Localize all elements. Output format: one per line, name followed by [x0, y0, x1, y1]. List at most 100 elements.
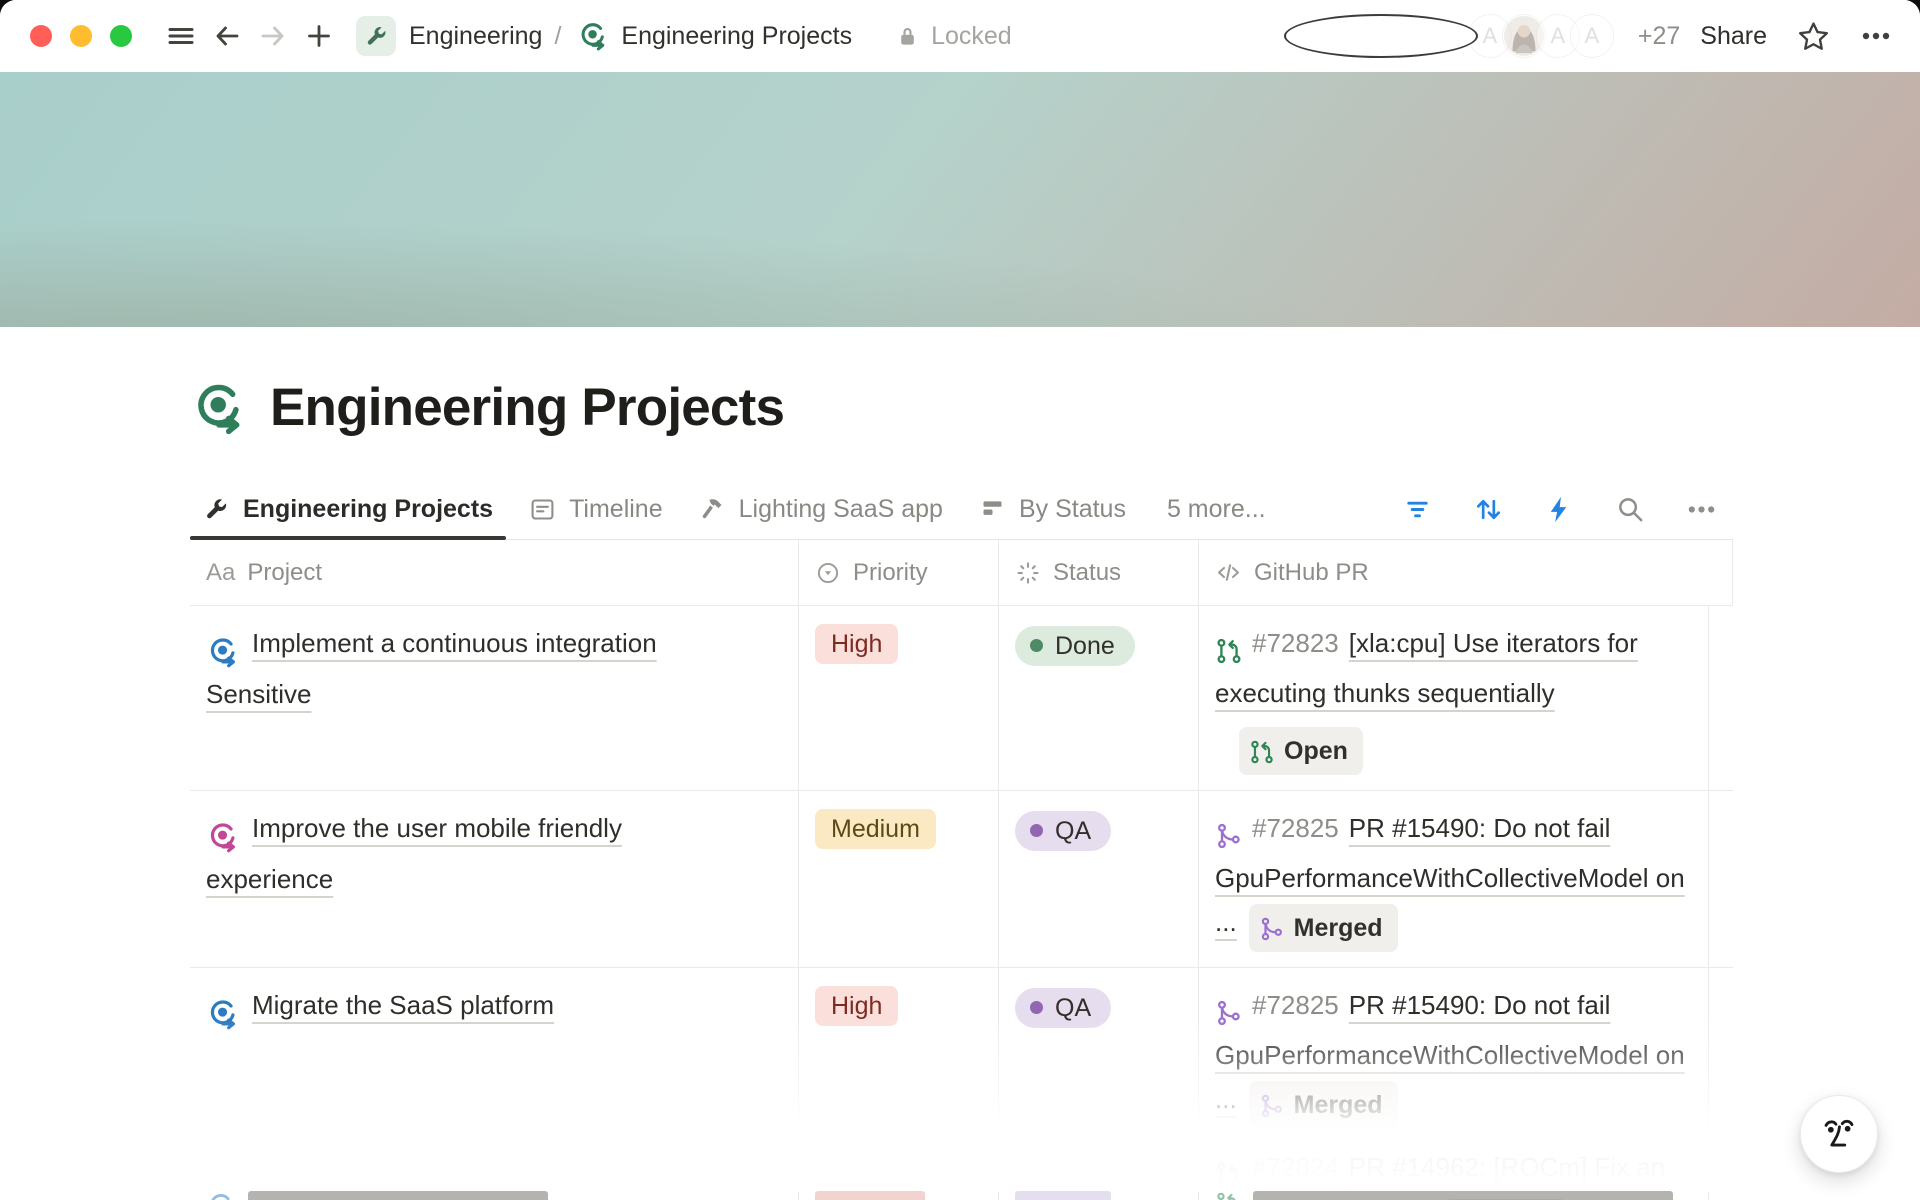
- git-merge-icon: [1259, 1083, 1285, 1127]
- project-title-link[interactable]: Migrate the SaaS platform: [252, 990, 554, 1020]
- share-button[interactable]: Share: [1700, 22, 1767, 51]
- tab-by-status[interactable]: By Status: [966, 480, 1139, 539]
- table-row: Implement a continuous integration Sensi…: [190, 606, 1733, 791]
- priority-tag[interactable]: High: [815, 986, 898, 1026]
- table-header-row: Aa Project Priority Status GitHub PR: [190, 540, 1733, 606]
- automations-lightning-icon[interactable]: [1544, 494, 1575, 525]
- next-row-preview: [190, 1191, 1733, 1200]
- column-header-status[interactable]: Status: [999, 540, 1199, 605]
- git-pull-request-icon: [1249, 729, 1275, 773]
- github-pr-cell[interactable]: #72825PR #15490: Do not fail GpuPerforma…: [1199, 791, 1709, 967]
- notion-ai-button[interactable]: [1800, 1095, 1878, 1173]
- status-cell-preview: [999, 1191, 1199, 1200]
- avatar[interactable]: A: [1570, 14, 1614, 58]
- filter-icon[interactable]: [1402, 494, 1433, 525]
- git-merge-icon: [1215, 819, 1243, 849]
- pill-preview: [1015, 1191, 1111, 1200]
- cycle-icon: [206, 820, 240, 850]
- priority-cell[interactable]: Medium: [799, 791, 999, 967]
- column-label: Priority: [853, 559, 928, 587]
- tab-timeline[interactable]: Timeline: [516, 480, 676, 539]
- text-type-icon: Aa: [206, 559, 235, 587]
- hammer-icon: [699, 496, 726, 523]
- pr-entry: #72823[xla:cpu] Use iterators for execut…: [1215, 621, 1692, 775]
- priority-cell-preview: [799, 1191, 999, 1200]
- project-cell[interactable]: Migrate the SaaS platform: [190, 968, 799, 1200]
- search-icon[interactable]: [1615, 494, 1646, 525]
- pr-number: #72824: [1252, 1152, 1339, 1182]
- text-preview: [248, 1191, 548, 1200]
- github-pr-cell[interactable]: #72825PR #15490: Do not fail GpuPerforma…: [1199, 968, 1709, 1200]
- zoom-window-button[interactable]: [110, 25, 132, 47]
- collaborator-avatars: A A A: [1284, 14, 1614, 58]
- window-controls: [30, 25, 132, 47]
- tab-label: By Status: [1019, 495, 1126, 524]
- more-options-icon[interactable]: [1860, 20, 1892, 52]
- column-header-priority[interactable]: Priority: [799, 540, 999, 605]
- tab-label: Engineering Projects: [243, 495, 493, 524]
- pr-state-badge[interactable]: Merged: [1249, 904, 1398, 952]
- avatar-letter: A: [1551, 23, 1566, 49]
- locked-indicator[interactable]: Locked: [894, 22, 1012, 51]
- forward-button[interactable]: [250, 13, 296, 59]
- page-title[interactable]: Engineering Projects: [270, 377, 784, 438]
- wrench-icon: [203, 496, 230, 523]
- close-window-button[interactable]: [30, 25, 52, 47]
- cycle-icon[interactable]: [190, 379, 248, 437]
- project-cell[interactable]: Implement a continuous integration Sensi…: [190, 606, 799, 790]
- tab-label: Timeline: [569, 495, 663, 524]
- status-pill[interactable]: Done: [1015, 626, 1135, 666]
- git-pull-request-icon: [1215, 634, 1243, 664]
- project-title-link[interactable]: Implement a continuous integration Sensi…: [206, 628, 657, 709]
- project-cell[interactable]: Improve the user mobile friendly experie…: [190, 791, 799, 967]
- priority-cell[interactable]: High: [799, 606, 999, 790]
- board-icon: [529, 496, 556, 523]
- status-label: Done: [1055, 629, 1115, 663]
- github-pr-cell[interactable]: #72823[xla:cpu] Use iterators for execut…: [1199, 606, 1709, 790]
- column-header-github-pr[interactable]: GitHub PR: [1199, 540, 1733, 605]
- pr-state-badge[interactable]: Merged: [1249, 1081, 1398, 1129]
- sidebar-toggle-button[interactable]: [158, 13, 204, 59]
- cycle-icon: [206, 1191, 236, 1200]
- avatar-letter: A: [1585, 23, 1600, 49]
- avatar[interactable]: [1284, 14, 1478, 58]
- tab-lighting-saas-app[interactable]: Lighting SaaS app: [686, 480, 956, 539]
- status-cell[interactable]: QA: [999, 791, 1199, 967]
- git-merge-icon: [1215, 996, 1243, 1026]
- back-button[interactable]: [204, 13, 250, 59]
- bar-chart-icon: [979, 496, 1006, 523]
- status-cell[interactable]: QA: [999, 968, 1199, 1200]
- git-merge-icon: [1259, 906, 1285, 950]
- project-title-link[interactable]: Improve the user mobile friendly experie…: [206, 813, 622, 894]
- minimize-window-button[interactable]: [70, 25, 92, 47]
- status-dot: [1030, 824, 1043, 837]
- view-more-options-icon[interactable]: [1686, 494, 1717, 525]
- wrench-icon[interactable]: [356, 16, 396, 56]
- column-header-project[interactable]: Aa Project: [190, 540, 799, 605]
- priority-tag[interactable]: Medium: [815, 809, 936, 849]
- new-tab-button[interactable]: [296, 13, 342, 59]
- page-cover: [0, 72, 1920, 327]
- sort-icon[interactable]: [1473, 494, 1504, 525]
- pr-state-badge[interactable]: Open: [1239, 727, 1363, 775]
- tab-label: Lighting SaaS app: [739, 495, 943, 524]
- breadcrumb-root[interactable]: Engineering: [409, 22, 542, 51]
- status-pill[interactable]: QA: [1015, 988, 1111, 1028]
- breadcrumb-separator: /: [554, 22, 561, 51]
- status-spinner-icon: [1015, 560, 1041, 586]
- more-views-button[interactable]: 5 more...: [1167, 495, 1266, 524]
- window-topbar: Engineering / Engineering Projects Locke…: [0, 0, 1920, 72]
- breadcrumb-page[interactable]: Engineering Projects: [621, 22, 852, 51]
- column-label: GitHub PR: [1254, 559, 1369, 587]
- collaborator-overflow-count[interactable]: +27: [1638, 22, 1680, 51]
- priority-tag[interactable]: High: [815, 624, 898, 664]
- favorite-star-icon[interactable]: [1797, 20, 1830, 53]
- cycle-icon: [206, 997, 240, 1027]
- page-title-row: Engineering Projects: [190, 377, 1920, 438]
- tab-engineering-projects[interactable]: Engineering Projects: [190, 480, 506, 539]
- status-cell[interactable]: Done: [999, 606, 1199, 790]
- pr-state-label: Merged: [1294, 906, 1383, 950]
- column-label: Project: [247, 559, 322, 587]
- status-pill[interactable]: QA: [1015, 811, 1111, 851]
- priority-cell[interactable]: High: [799, 968, 999, 1200]
